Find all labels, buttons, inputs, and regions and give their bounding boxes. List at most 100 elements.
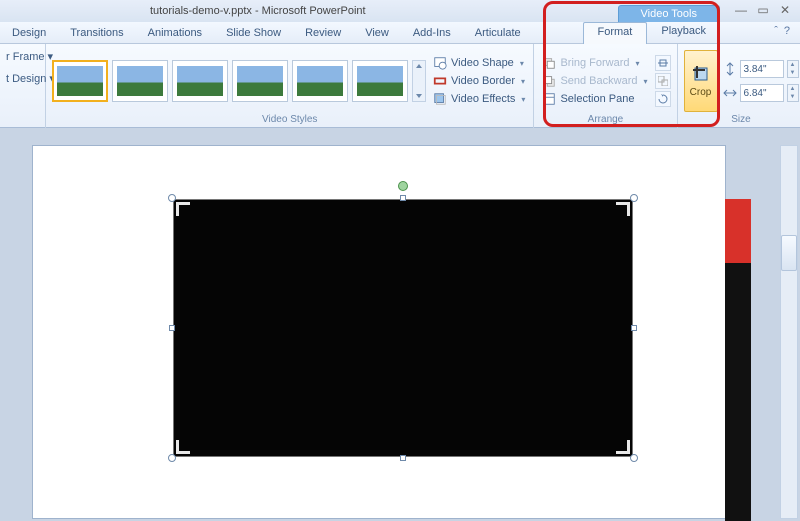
adjust-group-truncated: r Frame ▾ t Design ▾	[0, 44, 46, 128]
rotation-handle[interactable]	[398, 181, 408, 191]
video-content	[173, 199, 633, 457]
handle-tr[interactable]	[630, 194, 638, 202]
handle-l[interactable]	[169, 325, 175, 331]
style-thumb-3[interactable]	[172, 60, 228, 102]
selection-pane-button[interactable]: Selection Pane	[540, 91, 649, 107]
shape-icon	[433, 56, 447, 70]
arrange-group: Bring Forward ▾ Send Backward ▾ Selection …	[534, 44, 677, 128]
style-gallery-more[interactable]	[412, 60, 426, 102]
width-icon	[723, 86, 737, 100]
context-tabs: Format Playback	[583, 22, 720, 44]
window-controls: — ▭ ✕	[734, 3, 792, 17]
tab-review[interactable]: Review	[293, 24, 353, 42]
video-styles-group: Video Shape ▾ Video Border ▾ Video Effects…	[46, 44, 534, 128]
context-tool-banner: Video Tools	[618, 0, 720, 22]
handle-br[interactable]	[630, 454, 638, 462]
style-thumb-2[interactable]	[112, 60, 168, 102]
tab-add-ins[interactable]: Add-Ins	[401, 24, 463, 42]
height-spinner[interactable]: ▲▼	[787, 60, 799, 78]
style-thumb-1[interactable]	[52, 60, 108, 102]
dropdown-icon: ▾	[643, 77, 647, 86]
close-button[interactable]: ✕	[778, 3, 792, 17]
video-shape-label: Video Shape	[451, 57, 514, 69]
vertical-scrollbar[interactable]	[780, 145, 798, 519]
minimize-button[interactable]: —	[734, 3, 748, 17]
crop-mark-br	[616, 440, 630, 454]
video-tools-banner: Video Tools	[618, 5, 720, 22]
ribbon-tabs: Design Transitions Animations Slide Show…	[0, 22, 800, 44]
send-backward-label: Send Backward	[560, 75, 637, 87]
video-border-label: Video Border	[451, 75, 515, 87]
dropdown-icon: ▾	[636, 59, 640, 68]
tab-transitions[interactable]: Transitions	[58, 24, 135, 42]
rotate-button[interactable]	[655, 91, 671, 107]
ribbon-collapse-icon[interactable]: ˆ	[774, 25, 778, 37]
tab-playback[interactable]: Playback	[647, 22, 720, 44]
dropdown-icon: ▾	[520, 59, 524, 68]
bring-forward-button[interactable]: Bring Forward ▾	[540, 55, 649, 71]
width-input[interactable]: 6.84"	[740, 84, 784, 102]
handle-t[interactable]	[400, 195, 406, 201]
slide-canvas[interactable]	[32, 145, 726, 519]
height-value: 3.84"	[744, 64, 767, 75]
height-icon	[723, 62, 737, 76]
border-icon	[433, 74, 447, 88]
crop-mark-tr	[616, 202, 630, 216]
crop-label: Crop	[690, 87, 712, 98]
group-button[interactable]	[655, 73, 671, 89]
style-thumb-5[interactable]	[292, 60, 348, 102]
tab-slide-show[interactable]: Slide Show	[214, 24, 293, 42]
bring-forward-label: Bring Forward	[560, 57, 629, 69]
ribbon: r Frame ▾ t Design ▾ Vi	[0, 44, 800, 128]
rotate-icon	[658, 94, 668, 104]
crop-icon	[691, 64, 711, 84]
send-backward-button[interactable]: Send Backward ▾	[540, 73, 649, 89]
handle-r[interactable]	[631, 325, 637, 331]
selection-pane-label: Selection Pane	[560, 93, 634, 105]
video-effects-button[interactable]: Video Effects ▾	[431, 91, 527, 107]
crop-mark-bl	[176, 440, 190, 454]
video-effects-label: Video Effects	[451, 93, 515, 105]
maximize-button[interactable]: ▭	[756, 3, 770, 17]
crop-mark-tl	[176, 202, 190, 216]
style-gallery	[52, 60, 426, 102]
slide-accent-black	[725, 263, 751, 521]
vertical-scroll-thumb[interactable]	[781, 235, 797, 271]
video-shape-button[interactable]: Video Shape ▾	[431, 55, 527, 71]
title-bar: tutorials-demo-v.pptx - Microsoft PowerP…	[0, 0, 800, 22]
help-icon[interactable]: ?	[784, 25, 790, 37]
slide-accent-red	[725, 199, 751, 263]
ribbon-help: ˆ ?	[774, 25, 790, 37]
dropdown-icon: ▾	[521, 77, 525, 86]
arrange-label: Arrange	[540, 114, 670, 127]
window-title: tutorials-demo-v.pptx - Microsoft PowerP…	[150, 5, 366, 17]
style-thumb-6[interactable]	[352, 60, 408, 102]
size-label: Size	[684, 114, 799, 127]
tab-animations[interactable]: Animations	[136, 24, 214, 42]
tab-format[interactable]: Format	[583, 22, 648, 44]
selection-pane-icon	[542, 92, 556, 106]
video-styles-label: Video Styles	[52, 114, 527, 127]
size-inputs: 3.84" ▲▼ 6.84" ▲▼	[723, 60, 799, 102]
handle-b[interactable]	[400, 455, 406, 461]
align-icon	[658, 58, 668, 68]
size-group: Crop 3.84" ▲▼ 6.84" ▲▼ Size	[678, 44, 800, 128]
handle-tl[interactable]	[168, 194, 176, 202]
send-backward-icon	[542, 74, 556, 88]
effects-icon	[433, 92, 447, 106]
dropdown-icon: ▾	[521, 95, 525, 104]
video-border-button[interactable]: Video Border ▾	[431, 73, 527, 89]
height-input[interactable]: 3.84"	[740, 60, 784, 78]
width-value: 6.84"	[744, 88, 767, 99]
tab-view[interactable]: View	[353, 24, 401, 42]
tab-design[interactable]: Design	[0, 24, 58, 42]
crop-button[interactable]: Crop	[684, 50, 718, 112]
video-object[interactable]	[173, 199, 633, 457]
handle-bl[interactable]	[168, 454, 176, 462]
group-icon	[658, 76, 668, 86]
width-spinner[interactable]: ▲▼	[787, 84, 799, 102]
style-options: Video Shape ▾ Video Border ▾ Video Effects…	[431, 55, 527, 107]
style-thumb-4[interactable]	[232, 60, 288, 102]
tab-articulate[interactable]: Articulate	[463, 24, 533, 42]
align-button[interactable]	[655, 55, 671, 71]
